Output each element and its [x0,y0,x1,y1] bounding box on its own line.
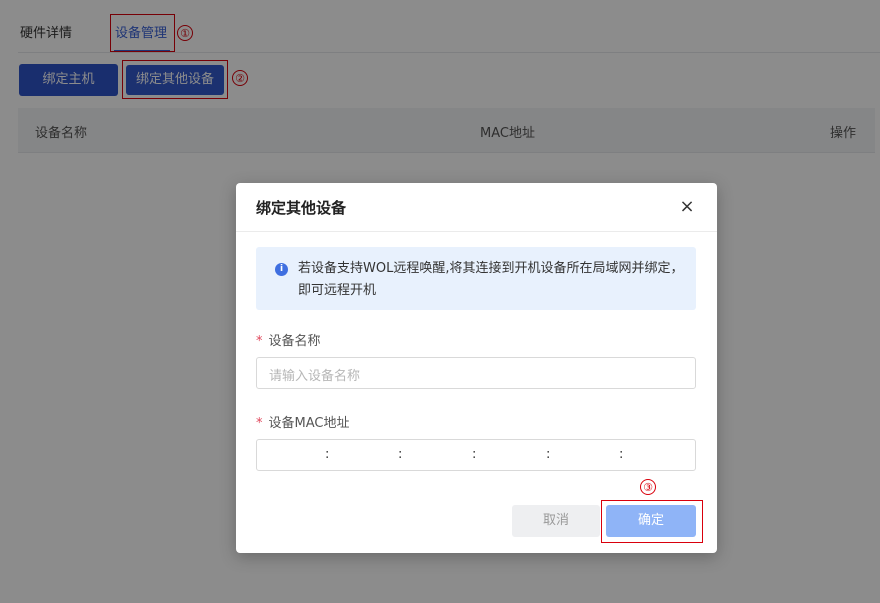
close-icon[interactable]: × [676,196,698,218]
mac-address-label: * 设备MAC地址 [256,412,349,431]
info-alert: i 若设备支持WOL远程唤醒,将其连接到开机设备所在局域网并绑定，即可远程开机 [256,247,696,310]
mac-separator-3: : [472,447,477,462]
dialog-title: 绑定其他设备 [256,199,347,217]
mac-separator-4: : [546,447,551,462]
device-name-input[interactable]: 请输入设备名称 [256,357,696,389]
mac-address-label-text: 设备MAC地址 [268,416,350,431]
annotation-number-3: ③ [640,479,656,495]
annotation-box-3 [601,500,703,543]
info-icon: i [275,263,288,276]
device-name-label: * 设备名称 [256,330,321,349]
required-mark: * [256,416,263,431]
mac-separator-2: : [398,447,403,462]
mac-address-input[interactable]: : : : : : [256,439,696,471]
cancel-button[interactable]: 取消 [512,505,600,537]
mac-separator-1: : [325,447,330,462]
dialog-header: 绑定其他设备 × [236,183,717,232]
device-name-placeholder: 请输入设备名称 [269,369,361,384]
mac-separator-5: : [619,447,624,462]
bind-other-device-dialog: 绑定其他设备 × i 若设备支持WOL远程唤醒,将其连接到开机设备所在局域网并绑… [236,183,717,553]
info-alert-text: 若设备支持WOL远程唤醒,将其连接到开机设备所在局域网并绑定，即可远程开机 [298,261,684,298]
device-name-label-text: 设备名称 [268,334,321,349]
required-mark: * [256,334,263,349]
